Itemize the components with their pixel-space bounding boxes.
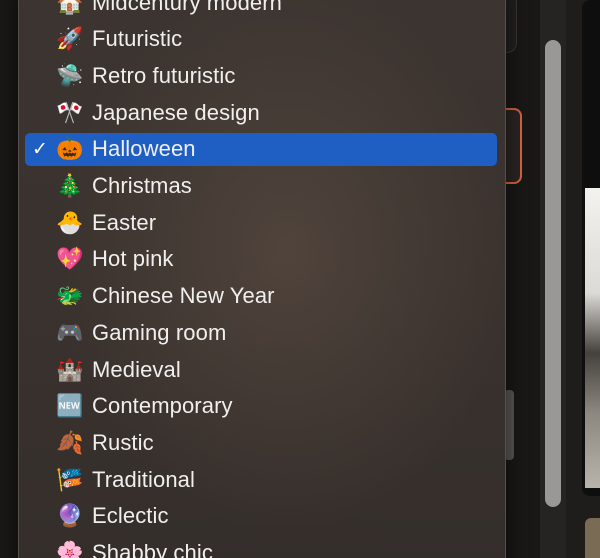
menu-item-halloween[interactable]: ✓ 🎃 Halloween <box>25 132 497 166</box>
menu-item-gaming-room[interactable]: 🎮 Gaming room <box>25 316 497 349</box>
screen: 🏠 Midcentury modern 🚀 Futuristic 🛸 Retro futu… <box>0 0 600 558</box>
christmas-tree-icon: 🎄 <box>56 173 84 198</box>
menu-item-label: Traditional <box>92 466 196 492</box>
castle-icon: 🏰 <box>56 356 84 382</box>
menu-item-easter[interactable]: 🐣 Easter <box>25 206 497 239</box>
menu-item-label: Gaming room <box>92 319 227 345</box>
dragon-face-icon: 🐲 <box>56 283 84 309</box>
menu-item-label: Japanese design <box>92 99 260 125</box>
scrollbar-thumb[interactable] <box>545 40 561 507</box>
menu-item-label: Contemporary <box>92 393 233 419</box>
checkmark-icon: ✓ <box>32 138 48 161</box>
menu-item-rustic[interactable]: 🍂 Rustic <box>25 426 497 459</box>
carp-streamer-icon: 🎏 <box>56 466 84 492</box>
menu-item-medieval[interactable]: 🏰 Medieval <box>25 353 497 386</box>
menu-item-label: Retro futuristic <box>92 62 236 88</box>
rocket-icon: 🚀 <box>56 26 84 52</box>
menu-item-christmas[interactable]: 🎄 Christmas <box>25 170 497 203</box>
menu-item-label: Futuristic <box>92 26 183 52</box>
fallen-leaf-icon: 🍂 <box>56 429 84 455</box>
sparkling-heart-icon: 💖 <box>56 246 84 272</box>
menu-item-label: Medieval <box>92 356 181 382</box>
menu-item-label: Shabby chic <box>92 540 213 558</box>
hatching-chick-icon: 🐣 <box>56 209 84 235</box>
game-controller-icon: 🎮 <box>56 319 84 345</box>
menu-item-contemporary[interactable]: 🆕 Contemporary <box>25 390 497 423</box>
menu-item-label: Eclectic <box>92 503 169 529</box>
menu-item-retro-futuristic[interactable]: 🛸 Retro futuristic <box>25 59 497 92</box>
preview-photo <box>585 188 600 488</box>
menu-item-shabby-chic[interactable]: 🌸 Shabby chic <box>25 537 497 558</box>
crossed-flags-icon: 🎌 <box>56 99 84 125</box>
new-button-icon: 🆕 <box>56 393 84 419</box>
style-dropdown-menu: 🏠 Midcentury modern 🚀 Futuristic 🛸 Retro futu… <box>18 0 506 558</box>
crystal-ball-icon: 🔮 <box>56 503 84 529</box>
menu-item-label: Halloween <box>92 136 196 162</box>
menu-item-eclectic[interactable]: 🔮 Eclectic <box>25 500 497 533</box>
menu-item-label: Christmas <box>92 173 192 198</box>
menu-item-traditional[interactable]: 🎏 Traditional <box>25 463 497 496</box>
preview-card-2 <box>585 518 600 558</box>
menu-item-chinese-new-year[interactable]: 🐲 Chinese New Year <box>25 280 497 313</box>
menu-item-japanese-design[interactable]: 🎌 Japanese design <box>25 96 497 129</box>
flying-saucer-icon: 🛸 <box>56 62 84 88</box>
menu-item-label: Hot pink <box>92 246 174 272</box>
menu-item-label: Easter <box>92 209 157 235</box>
midcentury-modern-icon: 🏠 <box>56 0 84 15</box>
menu-item-futuristic[interactable]: 🚀 Futuristic <box>25 23 497 56</box>
menu-item-label: Midcentury modern <box>92 0 282 15</box>
menu-item-midcentury-modern[interactable]: 🏠 Midcentury modern <box>25 0 497 19</box>
menu-item-hot-pink[interactable]: 💖 Hot pink <box>25 243 497 276</box>
cherry-blossom-icon: 🌸 <box>56 540 84 558</box>
menu-item-label: Chinese New Year <box>92 283 275 309</box>
jack-o-lantern-icon: 🎃 <box>56 136 84 162</box>
menu-item-label: Rustic <box>92 429 154 455</box>
